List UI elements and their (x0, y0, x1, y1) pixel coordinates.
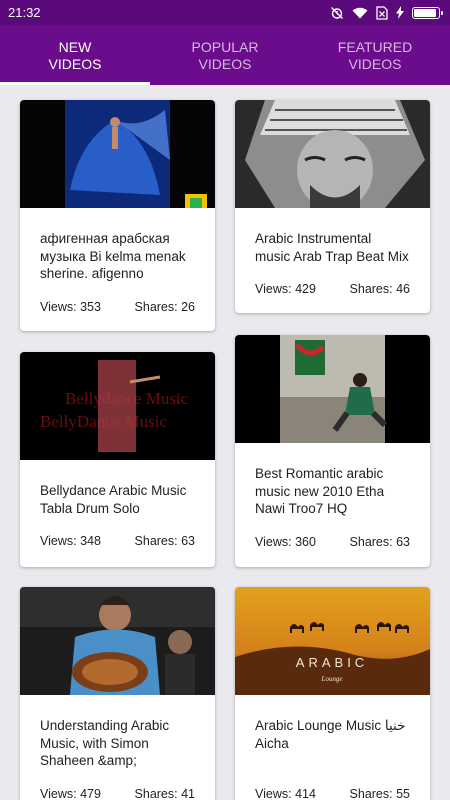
sim-x-icon (376, 5, 388, 20)
video-stats: Views: 360 Shares: 63 (255, 535, 410, 549)
shares-count: Shares: 63 (134, 534, 195, 548)
video-card[interactable]: Understanding Arabic Music, with Simon S… (20, 587, 215, 800)
shares-count: Shares: 26 (134, 300, 195, 314)
video-card[interactable]: афигенная арабская музыка Bi kelma menak… (20, 100, 215, 331)
video-stats: Views: 479 Shares: 41 (40, 787, 195, 800)
video-card[interactable]: Bellydance Music BellyDance Music Bellyd… (20, 352, 215, 567)
alarm-off-icon (331, 6, 343, 19)
status-time: 21:32 (8, 5, 41, 20)
views-count: Views: 479 (40, 787, 101, 800)
tab-featured-videos[interactable]: FEATURED VIDEOS (300, 25, 450, 85)
battery-icon (412, 6, 443, 19)
status-icons (330, 5, 443, 20)
video-grid: афигенная арабская музыка Bi kelma menak… (0, 85, 450, 800)
video-card[interactable]: Arabic Instrumental music Arab Trap Beat… (235, 100, 430, 313)
views-count: Views: 353 (40, 300, 101, 314)
tab-bar: NEW VIDEOS POPULAR VIDEOS FEATURED VIDEO… (0, 25, 450, 85)
thumb-overlay-text: ARABIC (296, 655, 368, 670)
tab-popular-videos[interactable]: POPULAR VIDEOS (150, 25, 300, 85)
views-count: Views: 414 (255, 787, 316, 800)
video-title: афигенная арабская музыка Bi kelma menak… (40, 231, 186, 284)
thumb-overlay-text: Lounge (321, 675, 343, 683)
video-title: Understanding Arabic Music, with Simon S… (40, 718, 170, 771)
video-title: Arabic Instrumental music Arab Trap Beat… (255, 231, 409, 264)
video-thumbnail[interactable]: Bellydance Music BellyDance Music (20, 352, 215, 460)
video-stats: Views: 353 Shares: 26 (40, 300, 195, 314)
video-title: Bellydance Arabic Music Tabla Drum Solo (40, 483, 187, 516)
video-thumbnail[interactable] (235, 100, 430, 208)
shares-count: Shares: 46 (349, 282, 410, 296)
tab-new-videos[interactable]: NEW VIDEOS (0, 25, 150, 85)
video-thumbnail[interactable] (20, 100, 215, 208)
status-bar: 21:32 (0, 0, 450, 25)
views-count: Views: 348 (40, 534, 101, 548)
shares-count: Shares: 41 (134, 787, 195, 800)
shares-count: Shares: 55 (349, 787, 410, 800)
shares-count: Shares: 63 (349, 535, 410, 549)
video-stats: Views: 429 Shares: 46 (255, 282, 410, 296)
video-thumbnail[interactable]: ARABIC Lounge (235, 587, 430, 695)
wifi-icon (352, 7, 368, 18)
video-title: Best Romantic arabic music new 2010 Etha… (255, 466, 385, 516)
video-thumbnail[interactable] (235, 335, 430, 443)
charging-icon (396, 6, 404, 19)
video-title: Arabic Lounge Music خنيا Aicha (255, 718, 406, 751)
video-thumbnail[interactable] (20, 587, 215, 695)
battery-level (414, 8, 436, 17)
video-stats: Views: 414 Shares: 55 (255, 787, 410, 800)
views-count: Views: 429 (255, 282, 316, 296)
video-card[interactable]: Best Romantic arabic music new 2010 Etha… (235, 335, 430, 567)
video-card[interactable]: ARABIC Lounge Arabic Lounge Music خنيا A… (235, 587, 430, 800)
views-count: Views: 360 (255, 535, 316, 549)
video-stats: Views: 348 Shares: 63 (40, 534, 195, 548)
